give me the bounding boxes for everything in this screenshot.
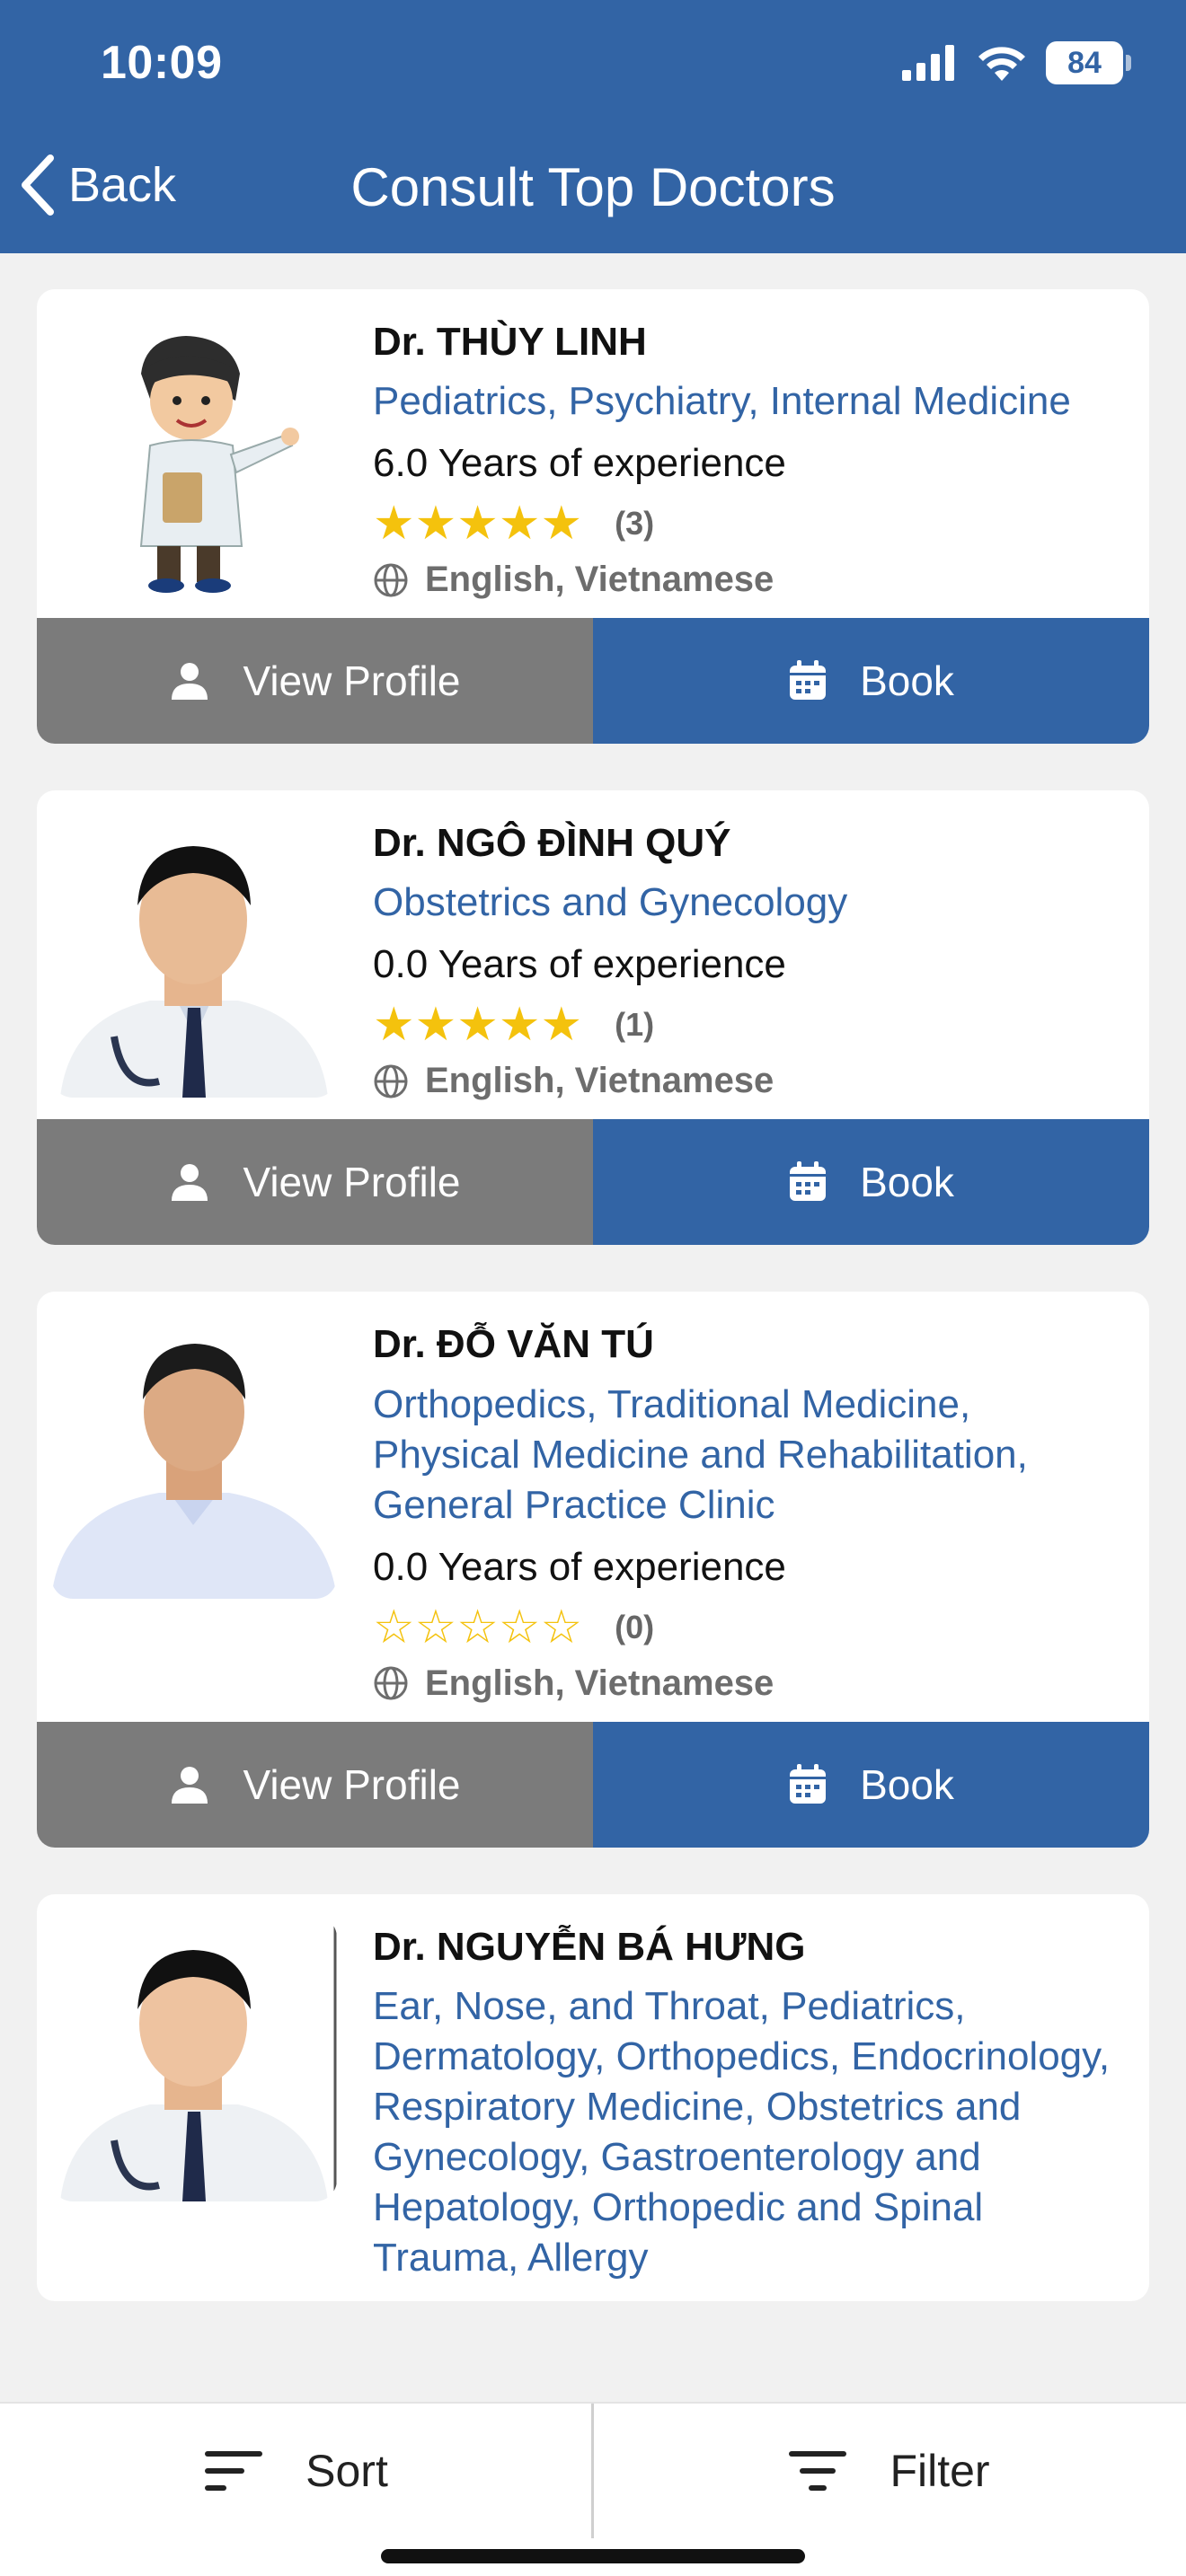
filter-label: Filter — [890, 2446, 990, 2496]
battery-indicator: 84 — [1046, 41, 1131, 84]
doctor-experience: 6.0 Years of experience — [373, 441, 786, 486]
signal-icon — [902, 45, 954, 81]
doctor-avatar — [51, 812, 337, 1098]
view-profile-label: View Profile — [243, 1159, 461, 1206]
doctor-avatar — [51, 1915, 337, 2201]
language-row: English, Vietnamese — [373, 1663, 1122, 1704]
doctor-languages: English, Vietnamese — [425, 1061, 774, 1101]
star-rating: ☆ ☆ ☆ ☆ ☆ — [373, 1604, 582, 1651]
star-filled-icon: ★ — [414, 999, 457, 1052]
star-filled-icon: ★ — [498, 498, 541, 551]
user-icon — [172, 1766, 208, 1804]
user-icon — [172, 1164, 208, 1202]
doctor-avatar — [51, 311, 337, 596]
wifi-icon — [978, 47, 1025, 81]
status-icons: 84 — [902, 38, 1131, 88]
language-row: English, Vietnamese — [373, 1061, 1122, 1101]
star-filled-icon: ★ — [540, 999, 583, 1052]
star-filled-icon: ★ — [540, 498, 583, 551]
globe-icon — [374, 1064, 408, 1098]
app-header: 10:09 84 Back Consult Top Doctors — [0, 0, 1186, 253]
doctor-avatar — [51, 1313, 337, 1600]
book-button[interactable]: Book — [593, 618, 1149, 745]
rating-count: (1) — [615, 1006, 655, 1044]
doctor-card: Dr. NGÔ ĐÌNH QUÝ Obstetrics and Gynecolo… — [37, 790, 1149, 1246]
doctor-experience: 0.0 Years of experience — [373, 1544, 786, 1589]
book-label: Book — [860, 1760, 954, 1808]
doctor-photo — [51, 1915, 337, 2201]
star-empty-icon: ☆ — [414, 1601, 457, 1654]
doctor-card: Dr. ĐỖ VĂN TÚ Orthopedics, Traditional M… — [37, 1292, 1149, 1848]
doctor-languages: English, Vietnamese — [425, 560, 774, 600]
rating-row: ★ ★ ★ ★ ★ (1) — [373, 1000, 1122, 1050]
star-filled-icon: ★ — [456, 498, 499, 551]
doctor-experience: 0.0 Years of experience — [373, 942, 786, 987]
doctor-photo — [51, 812, 337, 1098]
doctor-name: Dr. NGÔ ĐÌNH QUÝ — [373, 821, 731, 866]
star-empty-icon: ☆ — [456, 1601, 499, 1654]
star-empty-icon: ☆ — [498, 1601, 541, 1654]
sort-button[interactable]: Sort — [0, 2404, 593, 2538]
doctor-name: Dr. THÙY LINH — [373, 320, 647, 364]
page-title: Consult Top Doctors — [350, 157, 836, 217]
cartoon-doctor-image — [51, 311, 337, 596]
doctor-specialty: Pediatrics, Psychiatry, Internal Medicin… — [373, 379, 1071, 424]
filter-button[interactable]: Filter — [593, 2404, 1186, 2538]
bottom-bar: Sort Filter — [0, 2402, 1186, 2576]
view-profile-button[interactable]: View Profile — [37, 1119, 593, 1246]
calendar-icon — [790, 660, 827, 701]
calendar-icon — [790, 1763, 827, 1804]
rating-row: ☆ ☆ ☆ ☆ ☆ (0) — [373, 1602, 1122, 1653]
rating-count: (0) — [615, 1608, 655, 1645]
globe-icon — [374, 1666, 408, 1700]
view-profile-button[interactable]: View Profile — [37, 618, 593, 745]
star-filled-icon: ★ — [373, 498, 415, 551]
star-filled-icon: ★ — [373, 999, 415, 1052]
book-button[interactable]: Book — [593, 1721, 1149, 1848]
view-profile-button[interactable]: View Profile — [37, 1721, 593, 1848]
language-row: English, Vietnamese — [373, 560, 1122, 600]
filter-icon — [789, 2451, 847, 2491]
status-time: 10:09 — [101, 37, 223, 89]
book-label: Book — [860, 1159, 954, 1206]
book-label: Book — [860, 657, 954, 705]
globe-icon — [374, 563, 408, 597]
calendar-icon — [790, 1161, 827, 1202]
star-rating: ★ ★ ★ ★ ★ — [373, 500, 582, 547]
doctor-photo — [51, 1313, 337, 1600]
doctor-specialty: Ear, Nose, and Throat, Pediatrics, Derma… — [373, 1983, 1111, 2280]
doctor-list: Dr. THÙY LINH Pediatrics, Psychiatry, In… — [37, 289, 1149, 2348]
doctor-name: Dr. ĐỖ VĂN TÚ — [373, 1322, 654, 1367]
star-empty-icon: ☆ — [540, 1601, 583, 1654]
doctor-card: Dr. THÙY LINH Pediatrics, Psychiatry, In… — [37, 289, 1149, 745]
star-filled-icon: ★ — [498, 999, 541, 1052]
home-indicator — [381, 2549, 805, 2563]
star-rating: ★ ★ ★ ★ ★ — [373, 1001, 582, 1048]
rating-row: ★ ★ ★ ★ ★ (3) — [373, 498, 1122, 549]
user-icon — [172, 663, 208, 701]
doctor-card: Dr. NGUYỄN BÁ HƯNG Ear, Nose, and Throat… — [37, 1893, 1149, 2301]
book-button[interactable]: Book — [593, 1119, 1149, 1246]
sort-icon — [205, 2451, 263, 2491]
sort-label: Sort — [305, 2446, 388, 2496]
doctor-specialty: Orthopedics, Traditional Medicine, Physi… — [373, 1381, 1028, 1527]
view-profile-label: View Profile — [243, 1760, 461, 1808]
rating-count: (3) — [615, 505, 655, 543]
doctor-languages: English, Vietnamese — [425, 1663, 774, 1703]
star-filled-icon: ★ — [414, 498, 457, 551]
view-profile-label: View Profile — [243, 657, 461, 705]
doctor-specialty: Obstetrics and Gynecology — [373, 880, 848, 925]
star-empty-icon: ☆ — [373, 1601, 415, 1654]
doctor-name: Dr. NGUYỄN BÁ HƯNG — [373, 1924, 806, 1969]
star-filled-icon: ★ — [456, 999, 499, 1052]
